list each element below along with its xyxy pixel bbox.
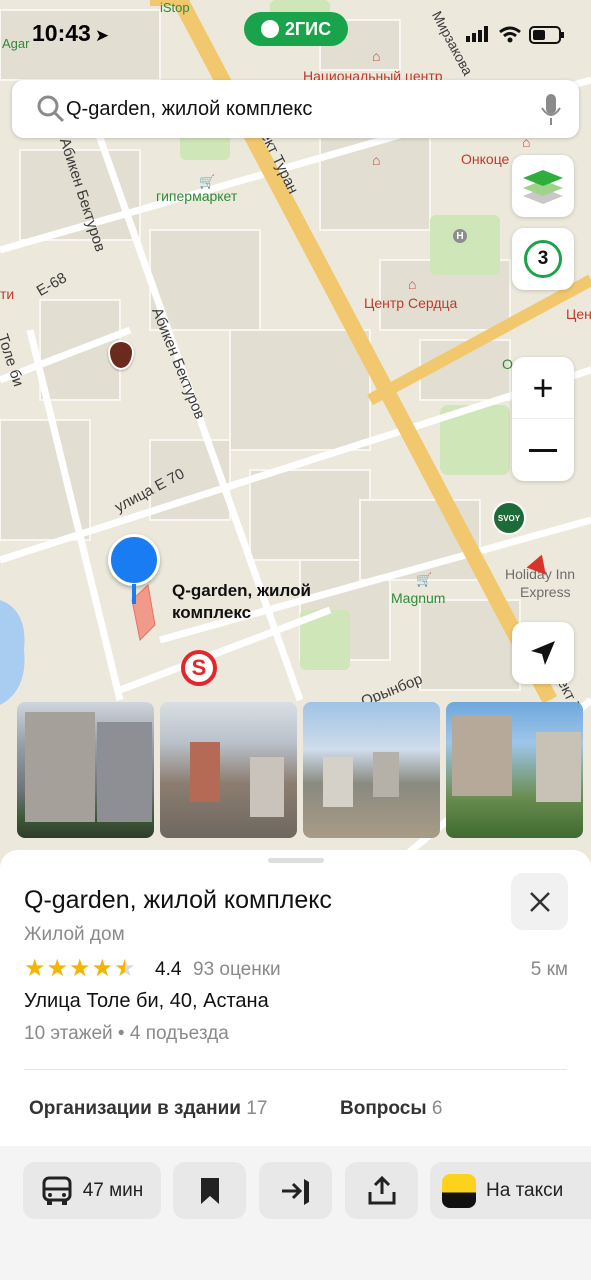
divider: [24, 1069, 567, 1070]
map-label-holiday-2[interactable]: Express: [520, 584, 571, 600]
subway-s-icon[interactable]: S: [181, 650, 217, 686]
map-label-magnum[interactable]: Magnum: [391, 590, 445, 606]
rating-stars[interactable]: ★ ★ ★ ★ ★: [24, 956, 136, 982]
tab-organizations[interactable]: Организации в здании 17: [29, 1098, 267, 1120]
building-details: 10 этажей • 4 подъезда: [24, 1023, 229, 1044]
action-bar: 47 мин На такси: [0, 1146, 591, 1280]
battery-icon: [529, 26, 564, 44]
star-icon: ★: [24, 955, 46, 982]
cellular-signal-icon: [466, 26, 488, 42]
building-image: [536, 732, 581, 802]
pin-label-line-1: Q-garden, жилой: [172, 581, 311, 600]
building-image: [323, 757, 353, 807]
entrance-icon: [281, 1178, 309, 1205]
half-star-icon: ★: [114, 955, 136, 982]
place-category: Жилой дом: [24, 924, 125, 945]
share-button[interactable]: [345, 1162, 418, 1219]
drag-handle[interactable]: [268, 858, 324, 863]
address[interactable]: Улица Толе би, 40, Астана: [24, 990, 269, 1013]
distance: 5 км: [530, 959, 568, 980]
pin-label[interactable]: Q-garden, жилой комплекс: [172, 580, 311, 624]
map-label-onco[interactable]: Онкоце: [461, 151, 509, 167]
building-image: [373, 752, 399, 797]
zoom-controls: +: [512, 357, 574, 481]
star-icon: ★: [91, 955, 114, 982]
place-card: Q-garden, жилой комплекс Жилой дом ★ ★ ★…: [0, 850, 591, 1280]
map-label-hypermarket[interactable]: гипермаркет: [156, 188, 237, 204]
photo-thumbnail-1[interactable]: [17, 702, 154, 838]
close-button[interactable]: [511, 873, 568, 930]
taxi-icon: [442, 1173, 476, 1208]
taxi-label: На такси: [486, 1179, 564, 1201]
photo-thumbnail-2[interactable]: [160, 702, 297, 838]
map-label-ti[interactable]: ти: [0, 286, 14, 302]
status-time: 10:43 ➤: [32, 20, 109, 47]
my-location-button[interactable]: [512, 622, 574, 684]
navigation-arrow-icon: [531, 641, 555, 665]
cart-icon[interactable]: 🛒: [416, 572, 432, 588]
tab-questions-label: Вопросы: [340, 1098, 427, 1119]
tab-organizations-count: 17: [246, 1098, 268, 1119]
rating-count[interactable]: 93 оценки: [193, 959, 281, 981]
tab-questions-count: 6: [431, 1098, 443, 1119]
entrance-button[interactable]: [259, 1162, 332, 1219]
bus-icon: [42, 1176, 72, 1205]
bird-logo-icon: [260, 20, 279, 38]
bookmark-button[interactable]: [173, 1162, 246, 1219]
map-label-heart-center[interactable]: Центр Сердца: [364, 295, 457, 311]
cart-icon[interactable]: 🛒: [199, 174, 215, 190]
plus-icon: +: [532, 366, 554, 408]
traffic-button[interactable]: 3: [512, 228, 574, 290]
tab-questions[interactable]: Вопросы 6: [340, 1098, 442, 1120]
rating-value: 4.4: [155, 959, 182, 980]
pin-label-line-2: комплекс: [172, 603, 252, 622]
building-image: [452, 716, 512, 796]
route-time: 47 мин: [82, 1179, 144, 1201]
zoom-in-button[interactable]: +: [512, 357, 574, 419]
search-input[interactable]: Q-garden, жилой комплекс: [66, 98, 312, 121]
layers-button[interactable]: [512, 155, 574, 217]
location-arrow-icon: ➤: [94, 26, 110, 45]
microphone-icon[interactable]: [541, 94, 561, 126]
map-label-cen[interactable]: Цен: [566, 306, 591, 322]
building-image: [97, 722, 152, 822]
tab-organizations-label: Организации в здании: [29, 1098, 241, 1119]
photo-thumbnail-4[interactable]: [446, 702, 583, 838]
layers-icon: [523, 170, 563, 204]
svoy-logo-icon[interactable]: SVOY: [492, 501, 526, 535]
location-pin[interactable]: [108, 534, 160, 606]
building-image: [190, 742, 220, 802]
place-title: Q-garden, жилой комплекс: [24, 886, 332, 914]
brand-logo: 2ГИС: [244, 12, 348, 46]
hospital-icon[interactable]: H: [453, 229, 467, 243]
search-bar[interactable]: Q-garden, жилой комплекс: [12, 80, 579, 138]
bookmark-icon: [200, 1177, 219, 1204]
house-icon[interactable]: ⌂: [408, 276, 416, 292]
status-bar: 10:43 ➤ 2ГИС: [0, 0, 591, 70]
house-icon[interactable]: ⌂: [372, 152, 380, 168]
route-button[interactable]: 47 мин: [23, 1162, 161, 1219]
search-icon: [37, 95, 65, 123]
wifi-icon: [499, 26, 521, 43]
share-icon: [368, 1175, 395, 1204]
status-time-text: 10:43: [32, 20, 91, 46]
brand-name: 2ГИС: [284, 18, 332, 39]
zoom-out-button[interactable]: [512, 419, 574, 481]
taxi-button[interactable]: На такси: [430, 1162, 591, 1219]
star-icon: ★: [69, 955, 91, 982]
close-icon: [529, 891, 550, 912]
traffic-level: 3: [524, 240, 562, 278]
building-image: [250, 757, 284, 817]
building-image: [25, 712, 95, 822]
minus-icon: [529, 448, 557, 452]
photo-thumbnail-3[interactable]: [303, 702, 440, 838]
star-icon: ★: [46, 955, 69, 982]
